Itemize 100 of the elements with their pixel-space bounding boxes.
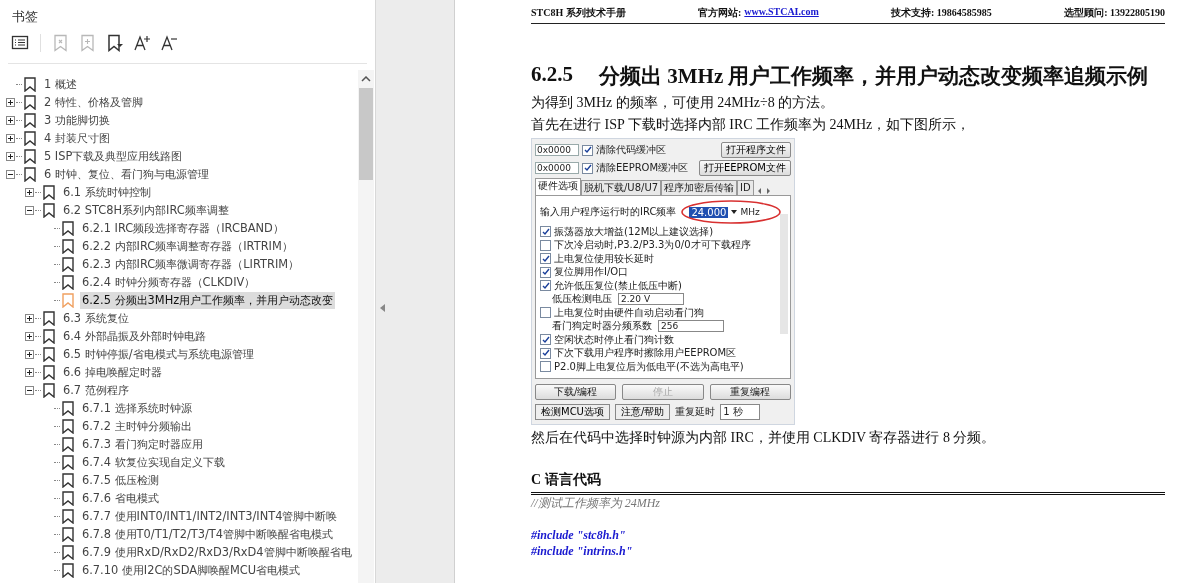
paragraph: 然后在代码中选择时钟源为内部 IRC，并使用 CLKDIV 寄存器进行 8 分频。 xyxy=(531,429,997,447)
action-button[interactable]: 重复编程 xyxy=(709,383,791,400)
checkbox[interactable] xyxy=(540,347,551,359)
open-file-button[interactable]: 打开程序文件 xyxy=(721,142,791,158)
expand-toggle[interactable] xyxy=(25,349,34,359)
bookmark-item[interactable]: 6.2.5 分频出3MHz用户工作频率，并用户动态改变 xyxy=(80,291,336,309)
unit-label: MHz xyxy=(740,207,760,217)
expand-toggle[interactable] xyxy=(6,133,15,143)
checkbox[interactable] xyxy=(540,266,551,278)
bookmark-item[interactable]: 6.7.7 使用INT0/INT1/INT2/INT3/INT4管脚中断唤 xyxy=(80,507,340,525)
expand-toggle[interactable] xyxy=(6,115,15,125)
bookmark-item[interactable]: 6.3 系统复位 xyxy=(61,309,131,327)
bookmark-item[interactable]: 6.7.3 看门狗定时器应用 xyxy=(80,435,205,453)
bookmark-item[interactable]: 6.4 外部晶振及外部时钟电路 xyxy=(61,327,208,345)
bookmark-item[interactable]: 6.2 STC8H系列内部IRC频率调整 xyxy=(61,201,231,219)
header-advisor: 选型顾问: 13922805190 xyxy=(1064,6,1165,20)
bookmark-item[interactable]: 6.7.4 软复位实现自定义下载 xyxy=(80,453,227,471)
scrollbar[interactable] xyxy=(780,214,788,334)
font-decrease-icon[interactable] xyxy=(160,34,178,52)
checkbox[interactable] xyxy=(540,239,551,251)
action-button[interactable]: 下载/编程 xyxy=(535,383,617,400)
address-field[interactable]: 0x0000 xyxy=(535,162,579,174)
list-icon[interactable] xyxy=(11,34,29,52)
checkbox[interactable] xyxy=(540,307,551,319)
bookmark-item[interactable]: 6.7.2 主时钟分频输出 xyxy=(80,417,194,435)
bookmark-item[interactable]: 6.7.1 选择系统时钟源 xyxy=(80,399,194,417)
field-label: 重复延时 xyxy=(675,404,716,419)
bookmark-item[interactable]: 6.2.3 内部IRC频率微调寄存器（LIRTRIM） xyxy=(80,255,302,273)
bookmark-item[interactable]: 3 功能脚切换 xyxy=(42,111,112,129)
website-link[interactable]: www.STCAI.com xyxy=(744,6,819,20)
checkbox[interactable] xyxy=(540,280,551,292)
expand-toggle[interactable] xyxy=(6,97,15,107)
checkbox[interactable] xyxy=(582,144,593,156)
bookmark-item[interactable]: 6.7.6 省电模式 xyxy=(80,489,161,507)
tab[interactable]: 硬件选项 xyxy=(535,178,581,195)
dropdown-caret-icon[interactable] xyxy=(731,210,738,214)
bookmark-item[interactable]: 5 ISP下载及典型应用线路图 xyxy=(42,147,185,165)
checkbox-label: 上电复位使用较长延时 xyxy=(554,251,654,266)
checkbox[interactable] xyxy=(540,361,551,373)
field-label: 输入用户程序运行时的IRC频率 xyxy=(540,205,677,219)
bookmark-item[interactable]: 4 封装尺寸图 xyxy=(42,129,112,147)
bookmark-item[interactable]: 6 时钟、复位、看门狗与电源管理 xyxy=(42,165,211,183)
dropdown[interactable]: 2.20 V xyxy=(618,293,684,306)
tab[interactable]: 脱机下载/U8/U7 xyxy=(581,180,662,195)
checkbox-label: 清除代码缓冲区 xyxy=(596,143,666,157)
section-title: 分频出 3MHz 用户工作频率，并用户动态改变频率追频示例 xyxy=(599,63,1149,90)
bookmark-dropdown-icon[interactable] xyxy=(106,34,124,52)
checkbox-label: P2.0脚上电复位后为低电平(不选为高电平) xyxy=(554,359,744,374)
bookmark-item[interactable]: 6.2.4 时钟分频寄存器（CLKDIV） xyxy=(80,273,258,291)
bookmark-icon xyxy=(62,508,74,524)
bookmark-icon xyxy=(43,184,55,200)
header-title: STC8H 系列技术手册 xyxy=(531,6,626,20)
bookmark-icon xyxy=(62,472,74,488)
font-increase-icon[interactable] xyxy=(133,34,151,52)
bookmark-item[interactable]: 6.1 系统时钟控制 xyxy=(61,183,153,201)
bookmark-item[interactable]: 2 特性、价格及管脚 xyxy=(42,93,145,111)
open-file-button[interactable]: 打开EEPROM文件 xyxy=(698,160,791,176)
checkbox-label: 空闲状态时停止看门狗计数 xyxy=(554,332,674,347)
address-field[interactable]: 0x0000 xyxy=(535,144,579,156)
checkbox[interactable] xyxy=(540,253,551,265)
bookmark-item[interactable]: 6.7.5 低压检测 xyxy=(80,471,161,489)
bookmark-item[interactable]: 6.7.9 使用RxD/RxD2/RxD3/RxD4管脚中断唤醒省电 xyxy=(80,543,354,561)
expand-toggle[interactable] xyxy=(25,205,34,215)
checkbox[interactable] xyxy=(540,334,551,346)
bookmark-icon xyxy=(43,364,55,380)
tab[interactable]: ID xyxy=(737,180,754,195)
checkbox[interactable] xyxy=(540,226,551,238)
bookmark-item[interactable]: 6.5 时钟停振/省电模式与系统电源管理 xyxy=(61,345,256,363)
frequency-field[interactable]: 24.000 xyxy=(689,206,729,218)
expand-toggle[interactable] xyxy=(25,313,34,323)
bookmark-icon xyxy=(24,148,36,164)
expand-toggle[interactable] xyxy=(25,187,34,197)
scroll-thumb[interactable] xyxy=(359,88,373,180)
bookmark-item[interactable]: 6.6 掉电唤醒定时器 xyxy=(61,363,164,381)
dropdown[interactable]: 256 xyxy=(658,320,724,333)
bookmark-item[interactable]: 6.7.8 使用T0/T1/T2/T3/T4管脚中断唤醒省电模式 xyxy=(80,525,335,543)
bookmark-item[interactable]: 6.7.10 使用I2C的SDA脚唤醒MCU省电模式 xyxy=(80,561,303,579)
bookmark-item[interactable]: 6.2.2 内部IRC频率调整寄存器（IRTRIM） xyxy=(80,237,295,255)
collapse-arrow-icon[interactable] xyxy=(380,304,386,312)
bookmark-item[interactable]: 6.7 范例程序 xyxy=(61,381,131,399)
expand-toggle[interactable] xyxy=(25,331,34,341)
bookmark-icon xyxy=(43,382,55,398)
footer-button[interactable]: 检测MCU选项 xyxy=(535,403,610,420)
checkbox-label: 允许低压复位(禁止低压中断) xyxy=(554,278,682,293)
bookmark-icon xyxy=(62,562,74,578)
expand-toggle[interactable] xyxy=(6,169,15,179)
dropdown[interactable]: 1 秒 xyxy=(720,403,761,420)
footer-button[interactable]: 注意/帮助 xyxy=(614,403,671,420)
bookmark-icon xyxy=(62,238,74,254)
bookmark-item[interactable]: 6.2.1 IRC频段选择寄存器（IRCBAND） xyxy=(80,219,286,237)
scroll-up-icon[interactable] xyxy=(361,76,371,82)
checkbox-label: 复位脚用作I/O口 xyxy=(554,265,629,280)
section-number: 6.2.5 xyxy=(531,62,573,88)
bookmark-item[interactable]: 1 概述 xyxy=(42,75,79,93)
checkbox[interactable] xyxy=(582,162,593,174)
expand-toggle[interactable] xyxy=(6,151,15,161)
expand-toggle[interactable] xyxy=(25,367,34,377)
expand-toggle[interactable] xyxy=(25,385,34,395)
scrollbar[interactable] xyxy=(358,70,374,583)
tab[interactable]: 程序加密后传输 xyxy=(661,180,738,195)
